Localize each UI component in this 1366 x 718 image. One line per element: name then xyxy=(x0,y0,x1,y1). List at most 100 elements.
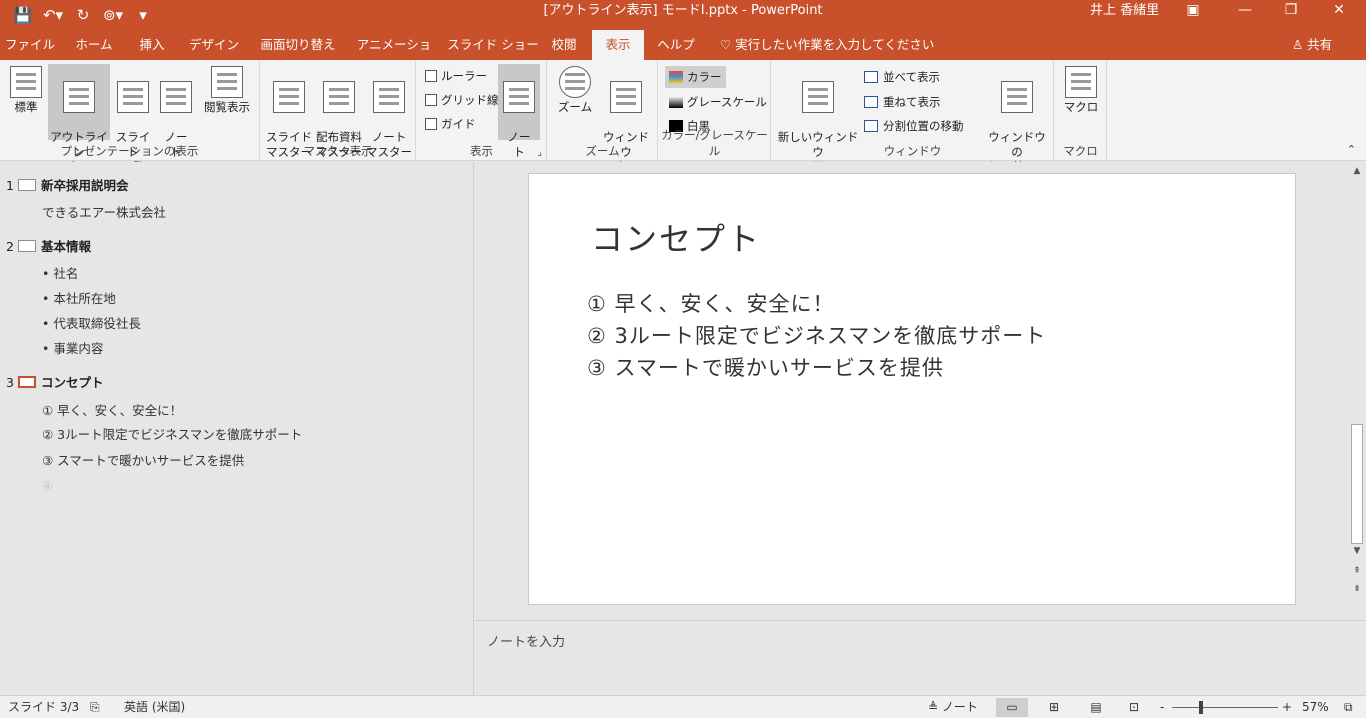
notes-page-button[interactable]: ノー ト xyxy=(156,64,196,159)
scroll-down-icon[interactable]: ▼ xyxy=(1350,544,1364,558)
group-show: ルーラー グリッド線 ガイド ノー ト 表示 ⌟ xyxy=(417,60,547,161)
minimize-button[interactable]: — xyxy=(1222,0,1268,22)
tab-help[interactable]: ヘルプ xyxy=(652,30,700,60)
outline-pane[interactable]: 1 新卒採用説明会 できるエアー株式会社 2 基本情報 • 社名 • 本社所在地 •… xyxy=(0,162,474,695)
move-split-button[interactable]: 分割位置の移動 xyxy=(864,115,964,137)
notes-toggle-button[interactable]: ノー ト xyxy=(498,64,540,159)
quick-access-toolbar: 💾 ↶▾ ↻ ⊚▾ ▾ xyxy=(8,0,158,30)
outline-line[interactable]: できるエアー株式会社 xyxy=(42,203,166,223)
slide-thumbnail-icon xyxy=(18,240,36,252)
group-label: 表示 xyxy=(470,144,493,158)
slide-master-button[interactable]: スライド マスター xyxy=(265,64,313,159)
tab-review[interactable]: 校閲 xyxy=(546,30,582,60)
fit-to-window-button[interactable]: ウィンドウ に合わせる xyxy=(598,64,654,189)
normal-view-button[interactable]: 標準 xyxy=(6,64,46,140)
new-window-button[interactable]: 新しいウィンドウ を開く xyxy=(776,64,860,174)
ribbon: 標準 アウトライン 表示 スライド 一覧 ノー ト 閲覧表示 プレゼンテーション… xyxy=(0,60,1366,189)
dialog-launcher-icon[interactable]: ⌟ xyxy=(537,147,542,158)
tell-me-search[interactable]: ♡ 実行したい作業を入力してください xyxy=(720,30,934,60)
notes-pane[interactable]: ノートを入力 xyxy=(475,620,1366,695)
spell-check-icon[interactable]: ⎘ xyxy=(90,696,100,718)
slide-title[interactable]: コンセプト xyxy=(591,214,761,260)
outline-view-button[interactable]: アウトライン 表示 xyxy=(48,64,110,174)
notes-placeholder: ノートを入力 xyxy=(487,635,566,650)
slide-canvas[interactable]: コンセプト ① 早く、安く、安全に！ ② 3ルート限定でビジネスマンを徹底サポー… xyxy=(528,173,1296,605)
slideshow-start-icon[interactable]: ⊚▾ xyxy=(98,0,128,30)
arrange-all-button[interactable]: 並べて表示 xyxy=(864,66,940,88)
tab-insert[interactable]: 挿入 xyxy=(130,30,174,60)
ribbon-display-options-icon[interactable]: ▣ xyxy=(1170,0,1216,22)
tab-slideshow[interactable]: スライド ショー xyxy=(446,30,540,60)
slide-body-line: ② 3ルート限定でビジネスマンを徹底サポート xyxy=(587,324,1047,348)
notes-master-button[interactable]: ノート マスター xyxy=(365,64,413,159)
group-label: カラー/グレースケール xyxy=(661,128,768,158)
color-button[interactable]: カラー xyxy=(665,66,726,88)
zoom-slider-thumb[interactable] xyxy=(1199,701,1203,714)
slide-sorter-button[interactable]: スライド 一覧 xyxy=(112,64,154,174)
fit-window-icon xyxy=(610,81,642,113)
outline-line[interactable]: ② 3ルート限定でビジネスマンを徹底サポート xyxy=(42,425,302,445)
group-label: マクロ xyxy=(1063,144,1098,158)
tab-view[interactable]: 表示 xyxy=(592,30,644,60)
redo-icon[interactable]: ↻ xyxy=(68,0,98,30)
collapse-ribbon-icon[interactable]: ⌃ xyxy=(1347,143,1356,156)
slide-editing-area: コンセプト ① 早く、安く、安全に！ ② 3ルート限定でビジネスマンを徹底サポー… xyxy=(475,162,1348,620)
outline-slide-3[interactable]: 3 コンセプト xyxy=(6,373,104,393)
undo-icon[interactable]: ↶▾ xyxy=(38,0,68,30)
reading-view-button[interactable]: 閲覧表示 xyxy=(198,64,256,140)
new-window-icon xyxy=(802,81,834,113)
zoom-level[interactable]: 57% xyxy=(1302,696,1329,718)
cascade-icon xyxy=(864,96,878,108)
tab-design[interactable]: デザイン xyxy=(184,30,244,60)
notes-toggle[interactable]: ≜ ノート xyxy=(928,696,978,718)
next-slide-icon[interactable]: ⇟ xyxy=(1350,582,1364,596)
color-swatch-icon xyxy=(669,71,683,83)
outline-line[interactable]: ④ xyxy=(42,476,53,496)
cascade-button[interactable]: 重ねて表示 xyxy=(864,91,941,113)
outline-line[interactable]: • 社名 xyxy=(42,264,78,284)
zoom-out-button[interactable]: - xyxy=(1160,696,1164,718)
fit-slide-icon[interactable]: ⧉ xyxy=(1344,696,1353,718)
guides-checkbox[interactable]: ガイド xyxy=(425,113,476,135)
outline-line[interactable]: ① 早く、安く、安全に！ xyxy=(42,401,182,421)
scroll-thumb[interactable] xyxy=(1351,424,1363,544)
tab-file[interactable]: ファイル xyxy=(2,30,58,60)
customize-qat-icon[interactable]: ▾ xyxy=(128,0,158,30)
language-indicator[interactable]: 英語 (米国) xyxy=(124,696,185,718)
outline-line[interactable]: • 代表取締役社長 xyxy=(42,314,141,334)
outline-slide-1[interactable]: 1 新卒採用説明会 xyxy=(6,176,129,196)
outline-slide-2[interactable]: 2 基本情報 xyxy=(6,237,91,257)
previous-slide-icon[interactable]: ⇞ xyxy=(1350,564,1364,578)
outline-line[interactable]: ③ スマートで暖かいサービスを提供 xyxy=(42,451,244,471)
zoom-button[interactable]: ズーム xyxy=(552,64,598,140)
slideshow-icon[interactable]: ⊡ xyxy=(1118,698,1150,717)
reading-view-icon[interactable]: ▤ xyxy=(1080,698,1112,717)
tab-home[interactable]: ホーム xyxy=(66,30,122,60)
tab-animations[interactable]: アニメーション xyxy=(352,30,436,82)
close-button[interactable]: ✕ xyxy=(1316,0,1362,22)
restore-button[interactable]: ❐ xyxy=(1268,0,1314,22)
title-bar: 💾 ↶▾ ↻ ⊚▾ ▾ [アウトライン表示] モードⅠ.pptx - Power… xyxy=(0,0,1366,30)
zoom-slider-track[interactable] xyxy=(1172,707,1278,708)
grayscale-button[interactable]: グレースケール xyxy=(669,91,767,113)
outline-view-icon xyxy=(63,81,95,113)
tab-transitions[interactable]: 画面切り替え xyxy=(254,30,342,60)
handout-master-button[interactable]: 配布資料 マスター xyxy=(313,64,365,159)
ruler-checkbox[interactable]: ルーラー xyxy=(425,65,487,87)
zoom-in-button[interactable]: + xyxy=(1282,696,1292,718)
outline-line[interactable]: • 本社所在地 xyxy=(42,289,116,309)
share-button[interactable]: ♙ 共有 xyxy=(1292,30,1332,60)
switch-windows-button[interactable]: ウィンドウの 切り替え ▾ xyxy=(984,64,1050,174)
slide-sorter-icon[interactable]: ⊞ xyxy=(1038,698,1070,717)
normal-view-icon[interactable]: ▭ xyxy=(996,698,1028,717)
outline-line[interactable]: • 事業内容 xyxy=(42,339,103,359)
notes-icon xyxy=(503,81,535,113)
group-label: プレゼンテーションの表示 xyxy=(60,144,199,158)
save-icon[interactable]: 💾 xyxy=(8,0,38,30)
macros-button[interactable]: マクロ xyxy=(1059,64,1103,140)
user-name[interactable]: 井上 香緒里 xyxy=(1090,0,1159,22)
gridlines-checkbox[interactable]: グリッド線 xyxy=(425,89,499,111)
vertical-scrollbar[interactable]: ▲ ▼ ⇞ ⇟ xyxy=(1348,162,1366,620)
slide-body[interactable]: ① 早く、安く、安全に！ ② 3ルート限定でビジネスマンを徹底サポート ③ スマ… xyxy=(587,288,1046,384)
scroll-up-icon[interactable]: ▲ xyxy=(1350,164,1364,178)
